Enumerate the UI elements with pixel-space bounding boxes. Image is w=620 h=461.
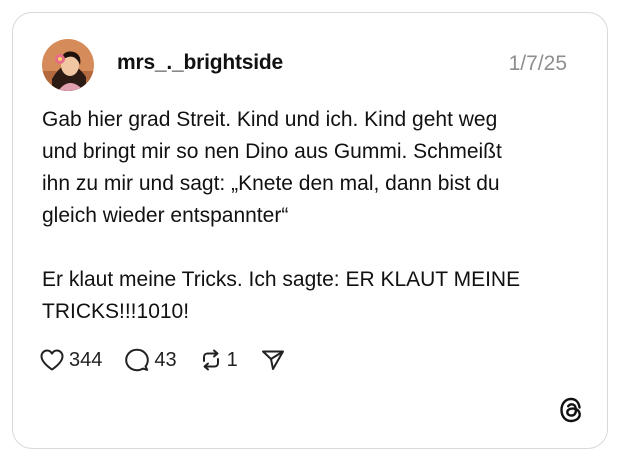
heart-icon xyxy=(39,348,65,372)
like-button[interactable]: 344 xyxy=(39,348,102,372)
avatar[interactable] xyxy=(42,39,94,91)
repost-count: 1 xyxy=(226,348,238,371)
share-button[interactable] xyxy=(260,348,286,372)
send-icon xyxy=(260,348,286,372)
username[interactable]: mrs_._brightside xyxy=(117,51,283,75)
like-count: 344 xyxy=(69,348,103,371)
repost-icon xyxy=(199,348,223,372)
threads-logo-icon xyxy=(557,395,585,425)
post-date: 1/7/25 xyxy=(508,52,567,75)
reply-button[interactable]: 43 xyxy=(124,348,177,372)
comment-icon xyxy=(124,348,150,372)
post-text: Gab hier grad Streit. Kind und ich. Kind… xyxy=(42,108,521,323)
repost-button[interactable]: 1 xyxy=(199,348,238,372)
action-bar: 344 43 1 xyxy=(39,347,308,373)
reply-count: 43 xyxy=(154,348,177,371)
